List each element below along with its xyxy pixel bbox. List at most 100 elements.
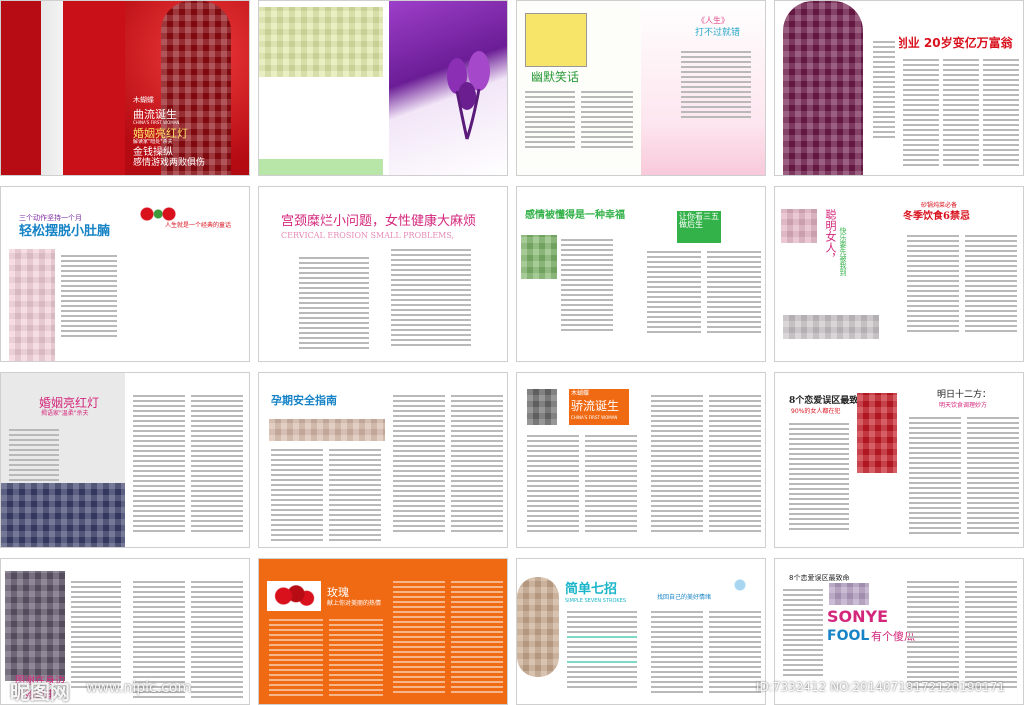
sonye-col-2 — [907, 581, 959, 691]
rose-icon — [273, 585, 315, 607]
spread-belly: 三个动作坚持一个月 轻松摆脱小肚腩 人生就是一个经典的童话 — [0, 186, 250, 362]
seven-tips-title-en: SIMPLE SEVEN STROKES — [565, 598, 627, 604]
cover-title-3: 金钱操纵 — [133, 147, 173, 158]
pregnancy-title: 孕期安全指南 — [271, 394, 337, 407]
cover-subtitle-en: CHINA'S FIRST WOMAN — [133, 120, 180, 125]
jokes-heading: 幽默笑话 — [531, 70, 580, 84]
rose-col-1 — [269, 619, 323, 699]
woman-white-photo — [9, 249, 55, 361]
green-stripe — [259, 159, 383, 175]
watermark-logo: 昵图网 — [10, 680, 70, 704]
cover-title-2: 婚姻亮红灯 — [133, 127, 188, 140]
belly-title: 轻松摆脱小肚腩 — [19, 224, 111, 239]
seven-tips-col — [567, 611, 637, 691]
cosmetics-icon — [725, 579, 755, 591]
life-text-block — [681, 51, 751, 121]
health-col-1 — [71, 581, 121, 691]
marriage-right-col-2 — [191, 395, 243, 535]
feature-col-1 — [527, 435, 579, 535]
remedies-col-2 — [967, 417, 1019, 537]
dancers-photo — [5, 571, 65, 681]
pregnancy-col-4 — [451, 395, 503, 535]
pregnancy-col-2 — [329, 449, 381, 544]
seven-tips-right-col-2 — [709, 611, 761, 696]
marriage-title: 婚姻亮红灯 — [39, 396, 100, 410]
sonye-col-3 — [965, 581, 1017, 691]
happiness-col-3 — [707, 251, 761, 336]
woman-lying-photo-2 — [783, 315, 879, 339]
cover-subtitle-1: 木蝴蝶 — [133, 96, 154, 104]
fool-label: FOOL — [827, 628, 870, 644]
spread-cover-red: 木蝴蝶 曲流诞生 CHINA'S FIRST WOMAN 婚姻亮红灯 解读家"暗… — [0, 0, 250, 176]
feature-col-3 — [651, 395, 703, 535]
winter-diet-col-1 — [907, 235, 959, 335]
spread-cervical: 宫颈糜烂小问题，女性健康大麻烦 CERVICAL EROSION SMALL P… — [258, 186, 508, 362]
rose-subtitle: 献上你对美丽的热情 — [327, 600, 382, 607]
entrepreneur-col-1 — [903, 59, 939, 169]
spread-marriage-red-light: 婚姻亮红灯 揭语家"温柔"杀夫 — [0, 372, 250, 548]
sonye-photo — [829, 583, 869, 605]
jokes-text-block — [525, 91, 575, 151]
sonye-col-1 — [783, 589, 823, 679]
garden-photo — [521, 235, 557, 279]
cartoon-panel — [525, 13, 587, 67]
couple-photo — [1, 483, 125, 547]
woman-purple-dress-photo — [783, 1, 863, 175]
winter-diet-title: 冬季饮食6禁忌 — [903, 211, 970, 222]
entrepreneur-col-3 — [983, 59, 1019, 169]
remedies-col-1 — [909, 417, 961, 537]
cover-subtitle-2: 解读家"暗处"杀夫 — [133, 139, 173, 145]
fairytale-title: 人生就是一个经典的童话 — [165, 222, 232, 229]
cervical-col-1 — [299, 257, 369, 352]
rose-col-2 — [329, 619, 383, 699]
spread-orange-feature: 木蝴蝶 骄流诞生 CHINA'S FIRST WOMAN — [516, 372, 766, 548]
rose-col-4 — [451, 581, 503, 696]
pregnancy-col-3 — [393, 395, 445, 535]
spread-happiness: 感情被懂得是一种幸福 让你看三五做后生 — [516, 186, 766, 362]
seven-tips-right-col-1 — [651, 611, 703, 696]
pregnancy-photo-strip — [269, 419, 385, 441]
magazine-layout-sheet: 木蝴蝶 曲流诞生 CHINA'S FIRST WOMAN 婚姻亮红灯 解读家"暗… — [0, 0, 1024, 705]
spread-jokes: 幽默笑话 《人生》 打不过就错 — [516, 0, 766, 176]
smart-woman-photo — [781, 209, 817, 243]
tomato-illustration — [139, 207, 179, 221]
sonye-top-title: 8个恋爱误区最致命 — [789, 574, 850, 582]
marriage-text-col — [9, 429, 59, 489]
smart-woman-vertical-1: 聪明女人， — [824, 209, 837, 264]
marriage-subtitle: 揭语家"温柔"杀夫 — [41, 410, 89, 417]
feature-subtitle-en: CHINA'S FIRST WOMAN — [571, 415, 618, 420]
life-tag-1: 《人生》 — [697, 16, 729, 25]
remedies-subtitle: 明天饮食调理妙方 — [939, 402, 988, 409]
feature-photo — [527, 389, 557, 425]
spread-love-mistakes: 8个恋爱误区最致命 90%的女人都在犯 明日十二方： 明天饮食调理妙方 — [774, 372, 1024, 548]
spread-pregnancy: 孕期安全指南 — [258, 372, 508, 548]
smart-woman-vertical-2: 快乐要先被我到 — [839, 227, 847, 276]
entrepreneur-photo-page — [775, 1, 899, 175]
marriage-right-col-1 — [133, 395, 185, 535]
happiness-green-box: 让你看三五做后生 — [677, 211, 721, 243]
entrepreneur-headline: 80后美女创业 20岁变亿万富翁 — [899, 36, 1013, 50]
red-back-cover — [1, 1, 125, 175]
spread-seven-tips: 简单七招 SIMPLE SEVEN STROKES 找回自己的美好情绪 — [516, 558, 766, 705]
spread-winter-diet: 聪明女人， 快乐要先被我到 砂锅炖菜必备 冬季饮食6禁忌 — [774, 186, 1024, 362]
feature-col-2 — [585, 435, 637, 535]
winter-diet-col-2 — [965, 235, 1017, 335]
woman-lying-photo — [259, 7, 383, 77]
rose-title: 玫瑰 — [327, 586, 349, 599]
green-photo-page — [259, 1, 383, 175]
red-dress-dancer-photo — [857, 393, 897, 473]
watermark-url: www.nipic.com — [86, 680, 192, 696]
life-tag-2: 打不过就错 — [695, 28, 741, 38]
love-mistakes-title: 8个恋爱误区最致命 — [789, 396, 868, 406]
spread-entrepreneur: 80后美女创业 20岁变亿万富翁 — [774, 0, 1024, 176]
spread-purple-flower — [258, 0, 508, 176]
happiness-title: 感情被懂得是一种幸福 — [525, 210, 625, 221]
fairytale-page: 人生就是一个经典的童话 — [125, 187, 249, 361]
cover-title-4: 感情游戏两败俱伤 — [133, 158, 206, 168]
feature-title: 骄流诞生 — [571, 399, 620, 413]
entrepreneur-text-page: 80后美女创业 20岁变亿万富翁 — [899, 1, 1023, 175]
happiness-col-2 — [647, 251, 701, 336]
belly-kicker: 三个动作坚持一个月 — [19, 214, 82, 222]
tulip-illustration — [447, 51, 490, 140]
seven-tips-right-title: 找回自己的美好情绪 — [657, 594, 712, 601]
